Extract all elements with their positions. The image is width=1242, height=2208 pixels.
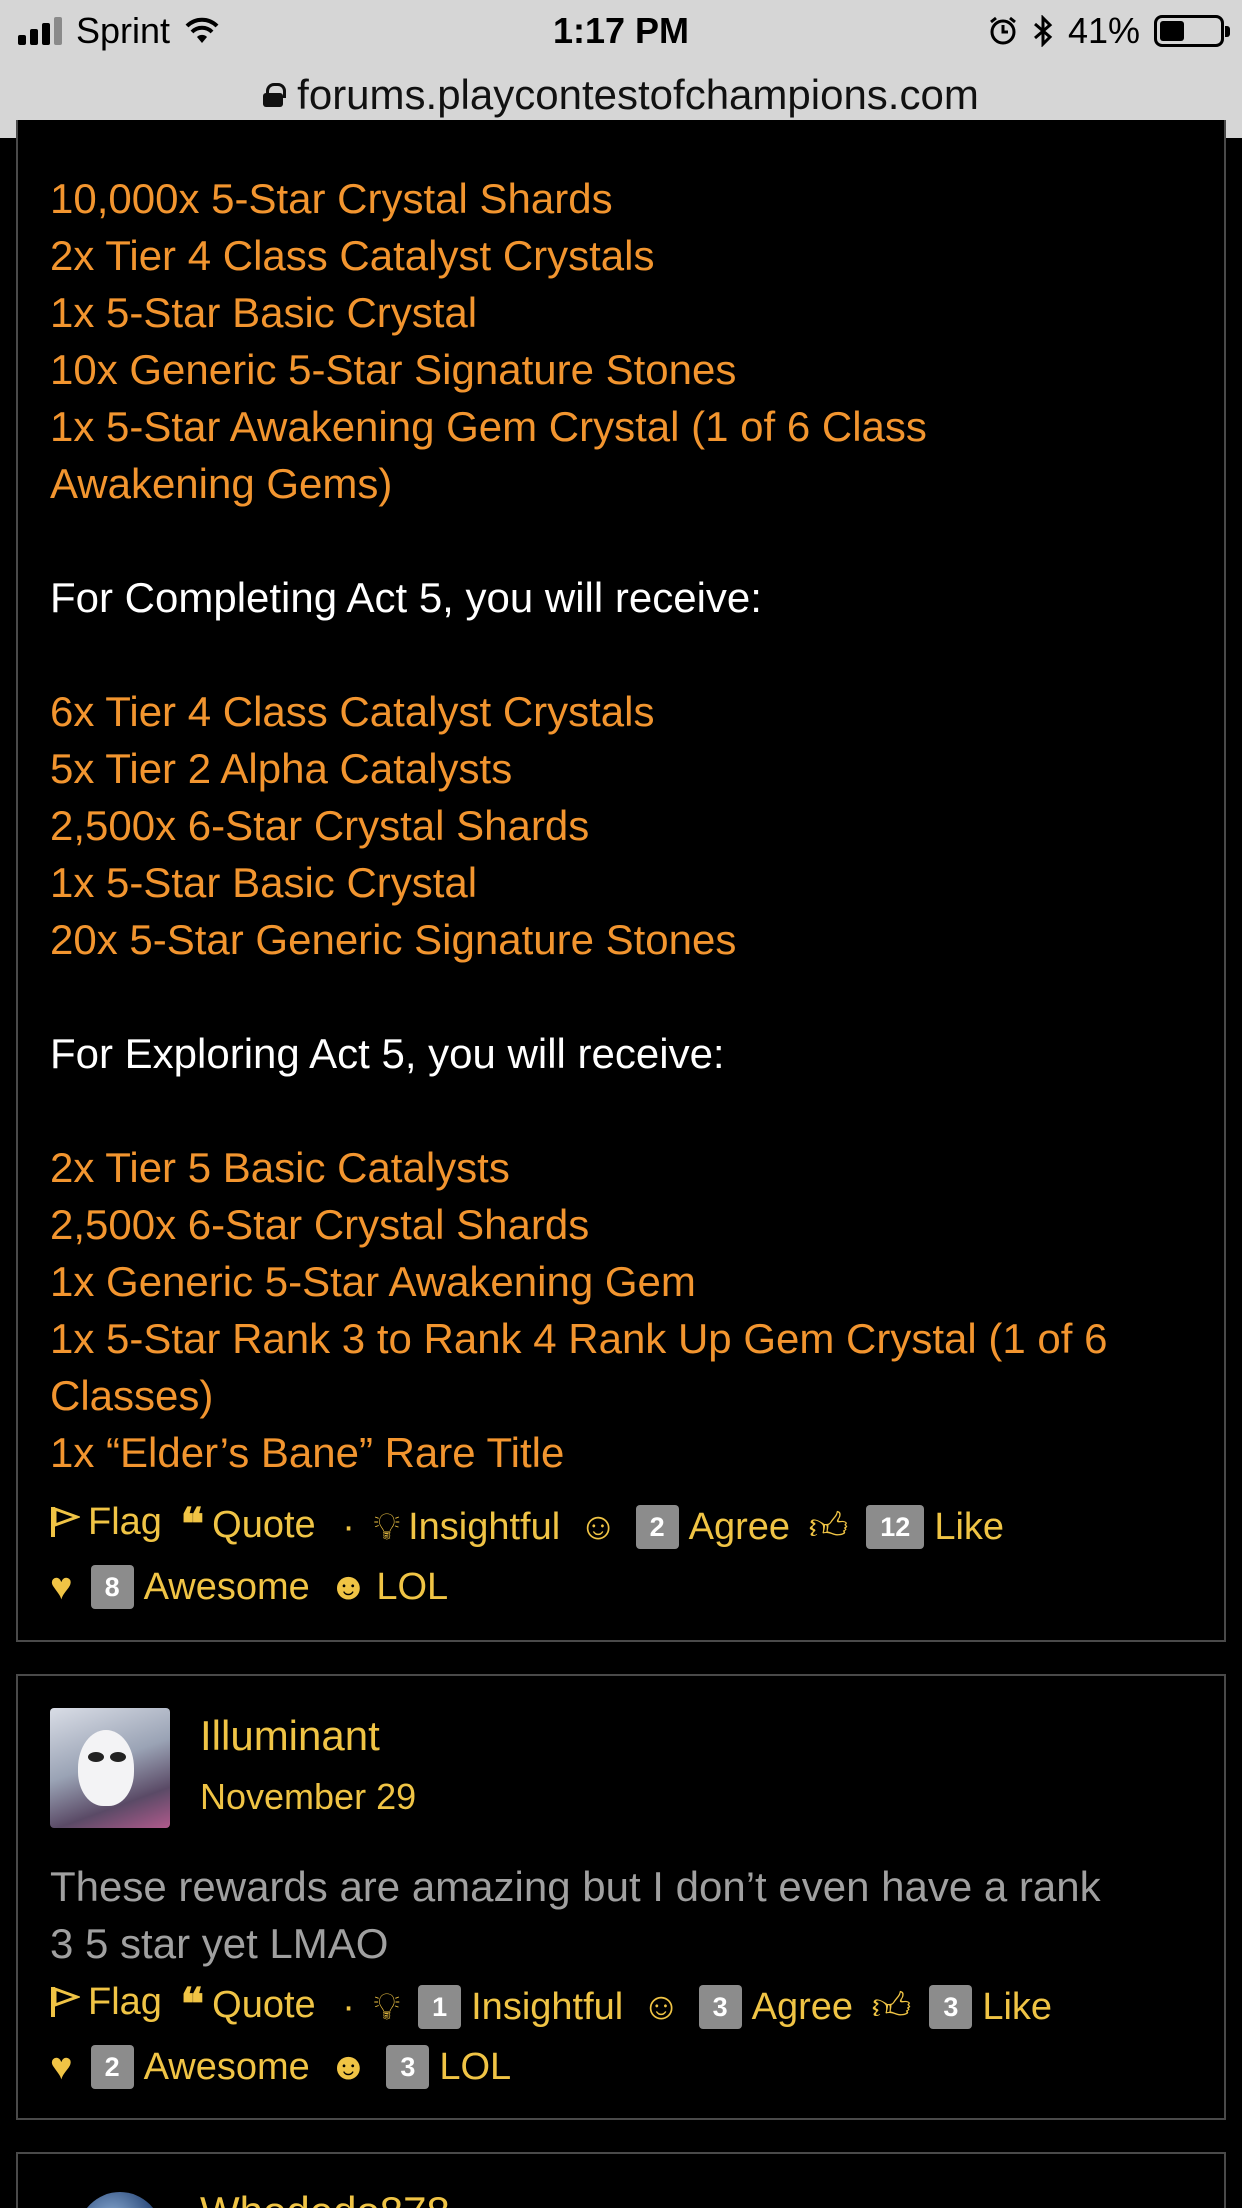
post-body: 10,000x 5-Star Crystal Shards 2x Tier 4 … bbox=[50, 170, 1204, 1481]
reward-line: 2x Tier 4 Class Catalyst Crystals bbox=[50, 232, 655, 279]
reward-line: 20x 5-Star Generic Signature Stones bbox=[50, 916, 737, 963]
reward-line: 1x 5-Star Rank 3 to Rank 4 Rank Up Gem C… bbox=[50, 1315, 1108, 1362]
flag-icon bbox=[51, 1506, 80, 1537]
flag-icon bbox=[51, 1986, 80, 2017]
thumbs-up-icon: 👍︎ bbox=[808, 1506, 849, 1548]
forum-post: Illuminant November 29 These rewards are… bbox=[16, 1674, 1226, 2120]
insightful-label: Insightful bbox=[471, 1986, 624, 2028]
like-label: Like bbox=[934, 1506, 1005, 1548]
reaction-bar: Flag ❝ Quote · 💡︎ 1 Insightful ☺ 3 Agree… bbox=[50, 1972, 1214, 2097]
post-date[interactable]: November 29 bbox=[200, 1776, 416, 1818]
quote-icon: ❝ bbox=[180, 1500, 205, 1549]
quote-label: Quote bbox=[212, 1504, 316, 1546]
smile-icon: ☺ bbox=[578, 1506, 618, 1548]
url-text[interactable]: forums.playcontestofchampions.com bbox=[297, 71, 979, 119]
agree-label: Agree bbox=[751, 1986, 854, 2028]
quote-icon: ❝ bbox=[180, 1980, 205, 2029]
reward-line: Awakening Gems) bbox=[50, 460, 393, 507]
heart-icon: ♥ bbox=[50, 2046, 73, 2088]
lol-label: LOL bbox=[439, 2046, 512, 2088]
heart-icon: ♥ bbox=[50, 1566, 73, 1608]
browser-top-bar: Sprint 1:17 PM 41% forums.playcontestofc… bbox=[0, 0, 1242, 138]
reward-line: 5x Tier 2 Alpha Catalysts bbox=[50, 745, 513, 792]
post-author[interactable]: Whodedo878 bbox=[200, 2188, 450, 2208]
quote-button[interactable]: ❝ Quote bbox=[180, 1495, 315, 1555]
reward-line: 1x “Elder’s Bane” Rare Title bbox=[50, 1429, 565, 1476]
like-count-badge: 12 bbox=[866, 1505, 925, 1549]
reward-line: 2,500x 6-Star Crystal Shards bbox=[50, 802, 590, 849]
separator: · bbox=[342, 1986, 355, 2028]
reward-line: 10x Generic 5-Star Signature Stones bbox=[50, 346, 737, 393]
post-text-line: These rewards are amazing but I don’t ev… bbox=[50, 1863, 1101, 1910]
awesome-label: Awesome bbox=[143, 2046, 310, 2088]
reward-line: 10,000x 5-Star Crystal Shards bbox=[50, 175, 613, 222]
laughing-face-icon: ☻ bbox=[328, 1566, 369, 1608]
avatar[interactable] bbox=[78, 2192, 162, 2208]
agree-count-badge: 3 bbox=[698, 1985, 742, 2029]
lol-button[interactable]: ☻ LOL bbox=[328, 1557, 448, 1617]
flag-button[interactable]: Flag bbox=[50, 1972, 162, 2032]
like-count-badge: 3 bbox=[929, 1985, 973, 2029]
post-text-line: 3 5 star yet LMAO bbox=[50, 1920, 389, 1967]
battery-icon bbox=[1154, 15, 1230, 47]
battery-percent: 41% bbox=[1067, 10, 1140, 51]
post-author[interactable]: Illuminant bbox=[200, 1712, 380, 1760]
flag-label: Flag bbox=[88, 1981, 162, 2023]
awesome-button[interactable]: ♥ 2 Awesome bbox=[50, 2037, 310, 2097]
flag-button[interactable]: Flag bbox=[50, 1492, 162, 1552]
quote-label: Quote bbox=[212, 1984, 316, 2026]
like-button[interactable]: 👍︎ 3 Like bbox=[872, 1977, 1052, 2037]
avatar[interactable] bbox=[50, 1708, 170, 1828]
awesome-count-badge: 8 bbox=[90, 1565, 134, 1609]
agree-button[interactable]: ☺ 3 Agree bbox=[642, 1977, 853, 2037]
like-button[interactable]: 👍︎ 12 Like bbox=[809, 1497, 1004, 1557]
url-bar[interactable]: forums.playcontestofchampions.com bbox=[0, 62, 1242, 128]
awesome-button[interactable]: ♥ 8 Awesome bbox=[50, 1557, 310, 1617]
status-bar: Sprint 1:17 PM 41% bbox=[0, 0, 1242, 62]
reward-line: 1x 5-Star Basic Crystal bbox=[50, 859, 478, 906]
flag-label: Flag bbox=[88, 1501, 162, 1543]
insightful-count-badge: 1 bbox=[418, 1985, 462, 2029]
thumbs-up-icon: 👍︎ bbox=[871, 1986, 912, 2028]
reward-line: 6x Tier 4 Class Catalyst Crystals bbox=[50, 688, 655, 735]
forum-post: 10,000x 5-Star Crystal Shards 2x Tier 4 … bbox=[16, 120, 1226, 1642]
status-right: 41% bbox=[988, 10, 1230, 52]
forum-post: Whodedo878 bbox=[16, 2152, 1226, 2208]
quote-button[interactable]: ❝ Quote bbox=[180, 1975, 315, 2035]
separator: · bbox=[342, 1506, 355, 1548]
alarm-icon bbox=[990, 16, 1016, 45]
agree-label: Agree bbox=[688, 1506, 790, 1548]
lol-button[interactable]: ☻ 3 LOL bbox=[328, 2037, 511, 2097]
insightful-button[interactable]: 💡︎ Insightful bbox=[373, 1497, 560, 1557]
like-label: Like bbox=[982, 1986, 1053, 2028]
awesome-count-badge: 2 bbox=[90, 2045, 134, 2089]
reward-line: 1x 5-Star Basic Crystal bbox=[50, 289, 478, 336]
reward-line: Classes) bbox=[50, 1372, 214, 1419]
reward-line: 2,500x 6-Star Crystal Shards bbox=[50, 1201, 590, 1248]
section-heading: For Completing Act 5, you will receive: bbox=[50, 574, 762, 621]
reaction-bar: Flag ❝ Quote · 💡︎ Insightful ☺ 2 Agree 👍… bbox=[50, 1492, 1214, 1617]
awesome-label: Awesome bbox=[143, 1566, 310, 1608]
reward-line: 2x Tier 5 Basic Catalysts bbox=[50, 1144, 510, 1191]
insightful-label: Insightful bbox=[408, 1506, 561, 1548]
reward-line: 1x 5-Star Awakening Gem Crystal (1 of 6 … bbox=[50, 403, 927, 450]
reward-line: 1x Generic 5-Star Awakening Gem bbox=[50, 1258, 696, 1305]
bluetooth-icon bbox=[1033, 15, 1053, 47]
laughing-face-icon: ☻ bbox=[328, 2046, 369, 2088]
lock-icon bbox=[263, 83, 287, 107]
lightbulb-icon: 💡︎ bbox=[373, 1506, 401, 1548]
lightbulb-icon: 💡︎ bbox=[373, 1986, 401, 2028]
agree-count-badge: 2 bbox=[635, 1505, 679, 1549]
lol-label: LOL bbox=[376, 1566, 449, 1608]
post-body: These rewards are amazing but I don’t ev… bbox=[50, 1858, 1204, 1972]
insightful-button[interactable]: 💡︎ 1 Insightful bbox=[373, 1977, 623, 2037]
smile-icon: ☺ bbox=[641, 1986, 681, 2028]
section-heading: For Exploring Act 5, you will receive: bbox=[50, 1030, 725, 1077]
agree-button[interactable]: ☺ 2 Agree bbox=[579, 1497, 790, 1557]
lol-count-badge: 3 bbox=[386, 2045, 430, 2089]
